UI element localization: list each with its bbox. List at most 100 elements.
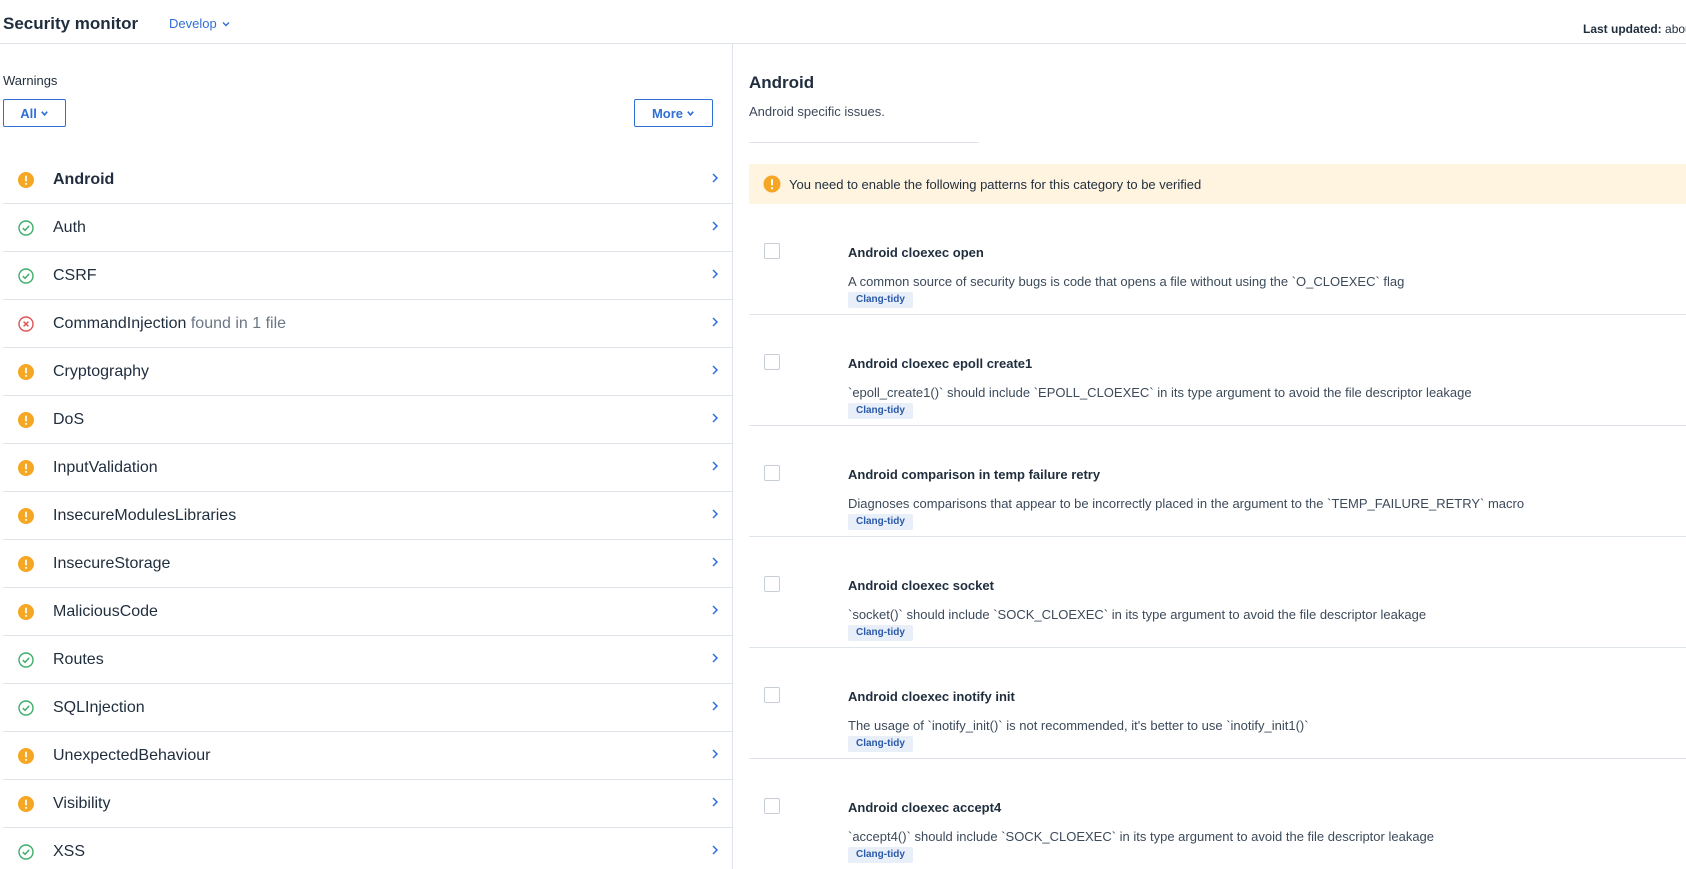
chevron-right-icon	[712, 173, 719, 183]
chevron-right-icon	[712, 365, 719, 375]
sidebar-item-label: Visibility	[53, 795, 111, 813]
chevron-right-icon	[712, 269, 719, 279]
sidebar-item-auth[interactable]: Auth	[3, 204, 733, 252]
branch-selector[interactable]: Develop	[169, 16, 231, 31]
last-updated: Last updated: abou	[1583, 22, 1686, 36]
category-name: MaliciousCode	[53, 603, 158, 620]
warning-icon	[18, 460, 34, 476]
app-title: Security monitor	[3, 14, 139, 33]
sidebar-item-xss[interactable]: XSS	[3, 828, 733, 869]
check-circle-icon	[18, 844, 34, 860]
category-name: DoS	[53, 411, 85, 428]
sidebar-item-label: CommandInjection found in 1 file	[53, 315, 286, 333]
divider	[749, 142, 979, 143]
last-updated-value: abou	[1665, 22, 1686, 36]
notice-text: You need to enable the following pattern…	[789, 176, 1202, 192]
tool-tag: Clang-tidy	[848, 292, 913, 308]
sidebar-item-android[interactable]: Android	[3, 156, 733, 204]
category-name: InsecureModulesLibraries	[53, 507, 237, 524]
filter-more-button[interactable]: More	[634, 99, 713, 127]
category-sidebar: Warnings All More Android Auth CSRF Command…	[0, 44, 733, 869]
tool-tag: Clang-tidy	[848, 847, 913, 863]
chevron-right-icon	[712, 605, 719, 615]
pattern-description: The usage of `inotify_init()` is not rec…	[848, 718, 1309, 733]
sidebar-item-label: DoS	[53, 411, 84, 429]
filter-all-label: All	[20, 105, 37, 121]
warning-icon	[18, 748, 34, 764]
sidebar-item-sqlinjection[interactable]: SQLInjection	[3, 684, 733, 732]
tool-tag: Clang-tidy	[848, 625, 913, 641]
pattern-row: Android cloexec epoll create1 `epoll_crea…	[749, 315, 1686, 426]
chevron-right-icon	[712, 413, 719, 423]
sidebar-item-label: Cryptography	[53, 363, 149, 381]
pattern-name: Android cloexec open	[848, 245, 984, 260]
warning-icon	[18, 364, 34, 380]
check-circle-icon	[18, 652, 34, 668]
tool-tag: Clang-tidy	[848, 736, 913, 752]
chevron-right-icon	[712, 701, 719, 711]
pattern-description: A common source of security bugs is code…	[848, 274, 1405, 289]
sidebar-item-dos[interactable]: DoS	[3, 396, 733, 444]
sidebar-item-visibility[interactable]: Visibility	[3, 780, 733, 828]
warning-icon	[18, 172, 34, 188]
chevron-down-icon	[687, 110, 694, 116]
category-name: InsecureStorage	[53, 555, 171, 572]
category-name: SQLInjection	[53, 699, 145, 716]
pattern-description: Diagnoses comparisons that appear to be …	[848, 496, 1525, 511]
chevron-down-icon	[40, 110, 48, 116]
chevron-right-icon	[712, 845, 719, 855]
pattern-checkbox[interactable]	[764, 687, 780, 703]
pattern-checkbox[interactable]	[764, 576, 780, 592]
pattern-row: Android cloexec inotify init The usage of…	[749, 648, 1686, 759]
sidebar-item-label: XSS	[53, 843, 85, 861]
check-circle-icon	[18, 700, 34, 716]
pattern-description: `accept4()` should include `SOCK_CLOEXEC…	[848, 829, 1435, 844]
category-name: CommandInjection	[53, 315, 187, 332]
sidebar-item-cryptography[interactable]: Cryptography	[3, 348, 733, 396]
category-name: Cryptography	[53, 363, 150, 380]
sidebar-item-maliciouscode[interactable]: MaliciousCode	[3, 588, 733, 636]
filter-more-label: More	[651, 105, 684, 121]
chevron-right-icon	[712, 653, 719, 663]
pattern-checkbox[interactable]	[764, 243, 780, 259]
sidebar-item-insecurestorage[interactable]: InsecureStorage	[3, 540, 733, 588]
pattern-name: Android comparison in temp failure retry	[848, 467, 1101, 482]
category-name: Android	[53, 171, 115, 188]
warning-icon	[18, 556, 34, 572]
warnings-label: Warnings	[3, 73, 58, 88]
category-name: Visibility	[53, 795, 111, 812]
chevron-down-icon	[222, 21, 230, 26]
notice-banner: You need to enable the following pattern…	[749, 164, 1686, 204]
chevron-right-icon	[712, 557, 719, 567]
category-name: CSRF	[53, 267, 97, 284]
filter-all-button[interactable]: All	[3, 99, 66, 127]
sidebar-item-label: Android	[53, 171, 114, 189]
category-title: Android	[749, 73, 815, 92]
sidebar-item-label: Auth	[53, 219, 86, 237]
chevron-right-icon	[712, 221, 719, 231]
pattern-checkbox[interactable]	[764, 465, 780, 481]
sidebar-item-unexpectedbehaviour[interactable]: UnexpectedBehaviour	[3, 732, 733, 780]
pattern-name: Android cloexec inotify init	[848, 689, 1015, 704]
pattern-description: `socket()` should include `SOCK_CLOEXEC`…	[848, 607, 1427, 622]
warning-icon	[18, 604, 34, 620]
sidebar-item-csrf[interactable]: CSRF	[3, 252, 733, 300]
category-name: InputValidation	[53, 459, 158, 476]
sidebar-item-label: SQLInjection	[53, 699, 145, 717]
warning-icon	[763, 175, 781, 193]
sidebar-item-insecuremoduleslibraries[interactable]: InsecureModulesLibraries	[3, 492, 733, 540]
category-name: XSS	[53, 843, 86, 860]
category-list: Android Auth CSRF CommandInjection found in…	[3, 156, 733, 869]
chevron-right-icon	[712, 509, 719, 519]
pattern-checkbox[interactable]	[764, 354, 780, 370]
sidebar-item-inputvalidation[interactable]: InputValidation	[3, 444, 733, 492]
pattern-checkbox[interactable]	[764, 798, 780, 814]
sidebar-item-routes[interactable]: Routes	[3, 636, 733, 684]
sidebar-item-commandinjection[interactable]: CommandInjection found in 1 file	[3, 300, 733, 348]
sidebar-item-label: CSRF	[53, 267, 97, 285]
pattern-name: Android cloexec accept4	[848, 800, 1002, 815]
chevron-right-icon	[712, 797, 719, 807]
tool-tag: Clang-tidy	[848, 403, 913, 419]
category-detail: Android Android specific issues. You nee…	[734, 44, 1686, 869]
last-updated-label: Last updated:	[1583, 22, 1662, 36]
